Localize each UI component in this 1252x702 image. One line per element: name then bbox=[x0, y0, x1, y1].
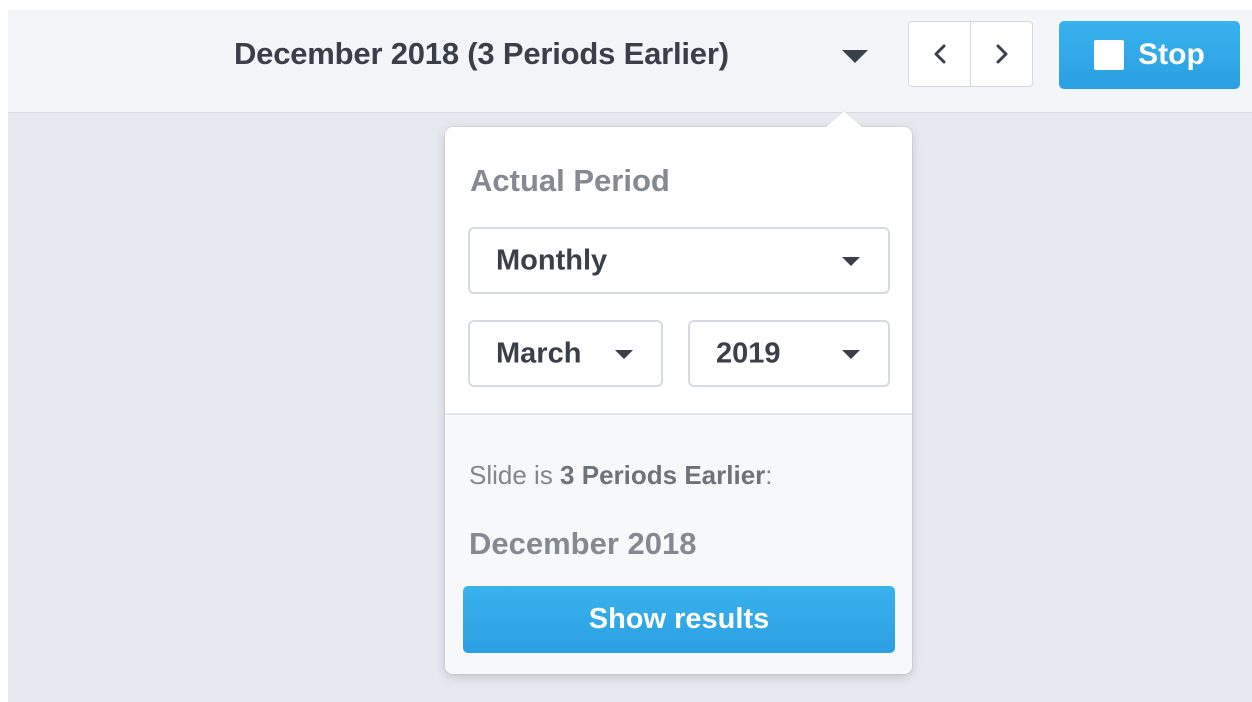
month-value: March bbox=[496, 337, 582, 369]
year-value: 2019 bbox=[716, 337, 781, 369]
period-selector-title[interactable]: December 2018 (3 Periods Earlier) bbox=[234, 36, 729, 72]
period-type-select[interactable]: Monthly bbox=[468, 227, 890, 294]
show-results-label: Show results bbox=[588, 603, 770, 635]
period-nav-group bbox=[908, 21, 1033, 87]
year-select[interactable]: 2019 bbox=[688, 320, 890, 387]
chevron-left-icon bbox=[934, 44, 945, 64]
stop-square-icon bbox=[1094, 40, 1125, 70]
caret-down-icon bbox=[615, 349, 633, 359]
caret-down-icon bbox=[842, 256, 860, 266]
chevron-right-icon bbox=[996, 44, 1007, 64]
popover-divider bbox=[445, 413, 912, 415]
popover-arrow bbox=[825, 111, 863, 128]
caret-down-icon[interactable] bbox=[842, 50, 868, 63]
period-type-value: Monthly bbox=[496, 244, 608, 276]
next-period-button[interactable] bbox=[970, 22, 1032, 86]
slide-offset-text: Slide is 3 Periods Earlier: bbox=[469, 460, 773, 491]
slide-offset-value: 3 Periods Earlier bbox=[560, 460, 766, 490]
caret-down-icon bbox=[842, 349, 860, 359]
resulting-period-date: December 2018 bbox=[469, 526, 697, 561]
stop-button[interactable]: Stop bbox=[1059, 21, 1240, 89]
slide-offset-prefix: Slide is bbox=[469, 460, 561, 490]
month-select[interactable]: March bbox=[468, 320, 663, 387]
actual-period-label: Actual Period bbox=[470, 163, 670, 198]
slide-offset-suffix: : bbox=[765, 460, 773, 490]
show-results-button[interactable]: Show results bbox=[463, 586, 895, 653]
stop-button-label: Stop bbox=[1138, 38, 1205, 71]
previous-period-button[interactable] bbox=[909, 22, 970, 86]
